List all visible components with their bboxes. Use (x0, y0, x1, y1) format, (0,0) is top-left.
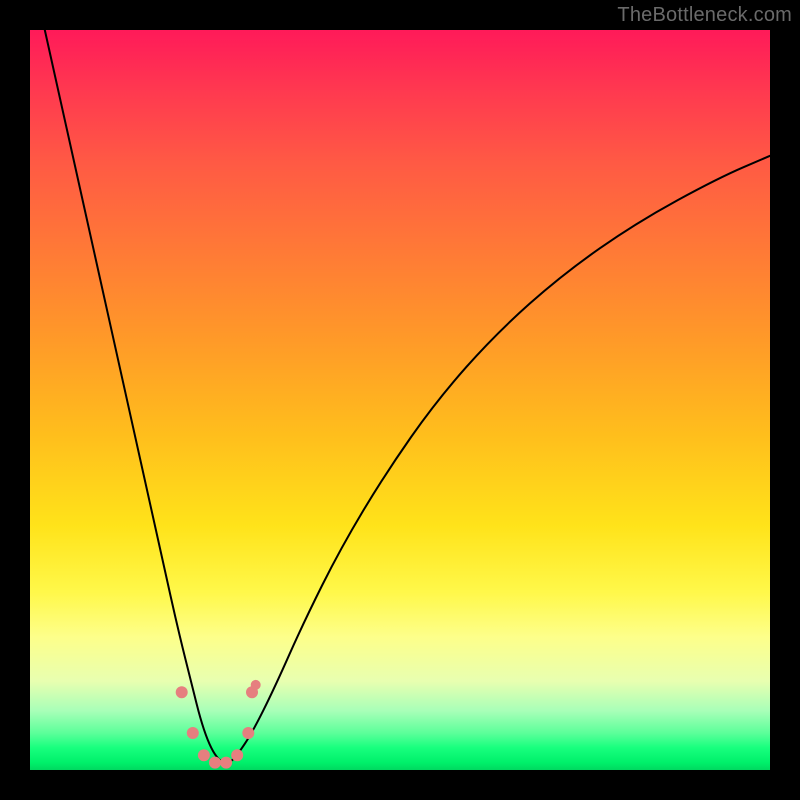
marker-dot (251, 680, 261, 690)
marker-dot (231, 749, 243, 761)
marker-layer (176, 680, 261, 769)
bottleneck-curve (45, 30, 770, 763)
marker-dot (187, 727, 199, 739)
marker-dot (220, 757, 232, 769)
marker-dot (198, 749, 210, 761)
marker-dot (209, 757, 221, 769)
chart-svg (30, 30, 770, 770)
chart-stage: TheBottleneck.com (0, 0, 800, 800)
plot-area (30, 30, 770, 770)
curve-layer (45, 30, 770, 763)
watermark-text: TheBottleneck.com (617, 4, 792, 27)
marker-dot (242, 727, 254, 739)
marker-dot (176, 686, 188, 698)
